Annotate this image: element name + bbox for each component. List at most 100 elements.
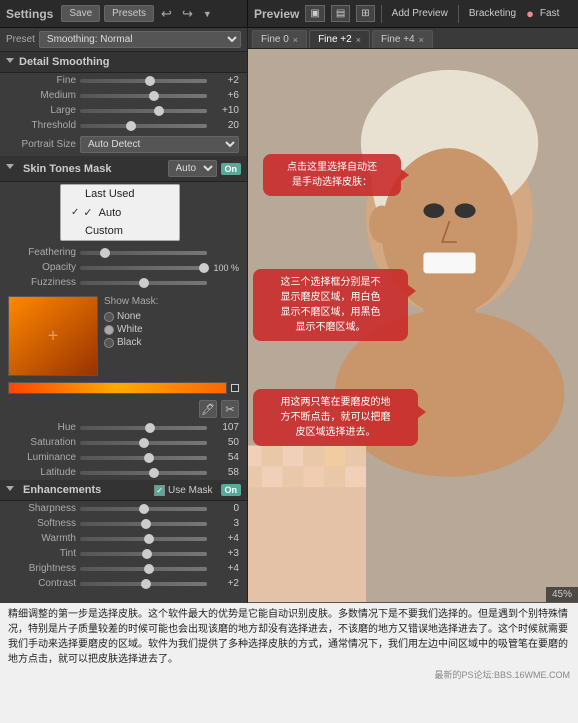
opacity-track[interactable] (80, 266, 207, 270)
sharpness-value: 0 (211, 503, 239, 514)
portrait-size-select[interactable]: Auto Detect (80, 136, 239, 153)
softness-thumb[interactable] (141, 519, 151, 529)
save-button[interactable]: Save (61, 5, 100, 22)
tab-fine-plus2[interactable]: Fine +2 × (309, 30, 370, 48)
warmth-track[interactable] (80, 537, 207, 541)
medium-label: Medium (8, 90, 76, 101)
hue-track[interactable] (80, 426, 207, 430)
sharpness-row: Sharpness 0 (0, 501, 247, 516)
brush-add-button[interactable]: 🖊 (199, 400, 217, 418)
luminance-slider-row: Luminance 54 (0, 450, 247, 465)
brightness-track[interactable] (80, 567, 207, 571)
color-swatch[interactable]: + (8, 296, 98, 376)
tab-close-2[interactable]: × (419, 35, 424, 45)
black-radio[interactable] (104, 338, 114, 348)
skin-mode-select[interactable]: Auto (168, 160, 217, 177)
latitude-thumb[interactable] (149, 468, 159, 478)
left-top-bar: Settings Save Presets ↩ ↪ ▼ (0, 0, 248, 27)
large-thumb[interactable] (154, 106, 164, 116)
portrait-size-row: Portrait Size Auto Detect (0, 133, 247, 156)
dropdown-last-used[interactable]: Last Used (61, 185, 179, 203)
saturation-track[interactable] (80, 441, 207, 445)
bottom-site: 最新的PS论坛:BBS.16WME.COM (8, 669, 570, 683)
none-radio-row[interactable]: None (104, 311, 158, 322)
dropdown-button[interactable]: ▼ (200, 7, 215, 21)
black-radio-row[interactable]: Black (104, 337, 158, 348)
enhancements-header[interactable]: Enhancements ✓ Use Mask On (0, 480, 247, 501)
latitude-value: 58 (211, 467, 239, 478)
medium-track[interactable] (80, 94, 207, 98)
fine-track[interactable] (80, 79, 207, 83)
preset-select[interactable]: Smoothing: Normal (39, 31, 241, 48)
feathering-thumb[interactable] (100, 248, 110, 258)
sharpness-thumb[interactable] (139, 504, 149, 514)
tabs-bar: Fine 0 × Fine +2 × Fine +4 × (248, 28, 578, 49)
feathering-track[interactable] (80, 251, 207, 255)
fuzziness-label: Fuzziness (8, 277, 76, 288)
preset-row: Preset Smoothing: Normal (0, 28, 247, 52)
use-mask-check[interactable]: ✓ Use Mask (154, 485, 212, 496)
tab-fine-0[interactable]: Fine 0 × (252, 30, 307, 48)
opacity-slider-row: Opacity 100 % (0, 260, 247, 275)
contrast-track[interactable] (80, 582, 207, 586)
sharpness-track[interactable] (80, 507, 207, 511)
preview-area[interactable]: 点击这里选择自动还是手动选择皮肤： 这三个选择框分别是不显示磨皮区域，用白色显示… (248, 49, 578, 602)
fuzziness-thumb[interactable] (139, 278, 149, 288)
fine-thumb[interactable] (145, 76, 155, 86)
threshold-track[interactable] (80, 124, 207, 128)
skin-tones-header[interactable]: Skin Tones Mask Auto On (0, 156, 247, 182)
none-radio[interactable] (104, 312, 114, 322)
opacity-thumb[interactable] (199, 263, 209, 273)
warmth-thumb[interactable] (144, 534, 154, 544)
tab-close-0[interactable]: × (293, 35, 298, 45)
white-label: White (117, 324, 143, 335)
zoom-bar: 45% (546, 587, 578, 602)
fuzziness-slider-row: Fuzziness (0, 275, 247, 290)
softness-track[interactable] (80, 522, 207, 526)
bracketing-button[interactable]: Bracketing (465, 6, 520, 21)
medium-thumb[interactable] (149, 91, 159, 101)
latitude-track[interactable] (80, 471, 207, 475)
detail-smoothing-header[interactable]: Detail Smoothing (0, 52, 247, 73)
brightness-thumb[interactable] (144, 564, 154, 574)
dropdown-custom[interactable]: Custom (61, 222, 179, 240)
softness-row: Softness 3 (0, 516, 247, 531)
bubble-checkboxes: 这三个选择框分别是不显示磨皮区域，用白色显示不磨区域，用黑色显示不磨区域。 (253, 269, 408, 341)
white-radio[interactable] (104, 325, 114, 335)
view-single-button[interactable]: ▣ (305, 5, 324, 22)
use-mask-checkbox[interactable]: ✓ (154, 485, 165, 496)
preset-label: Preset (6, 34, 35, 45)
view-multi-button[interactable]: ⊞ (356, 5, 374, 22)
feathering-label: Feathering (8, 247, 76, 258)
white-radio-row[interactable]: White (104, 324, 158, 335)
large-track[interactable] (80, 109, 207, 113)
latitude-label: Latitude (8, 467, 76, 478)
undo-button[interactable]: ↩ (158, 4, 175, 24)
luminance-track[interactable] (80, 456, 207, 460)
add-preview-button[interactable]: Add Preview (388, 6, 452, 21)
saturation-label: Saturation (8, 437, 76, 448)
hue-color-bar[interactable] (8, 382, 227, 394)
threshold-thumb[interactable] (126, 121, 136, 131)
zoom-value: 45% (552, 589, 572, 600)
tint-thumb[interactable] (142, 549, 152, 559)
hue-marker[interactable] (231, 384, 239, 392)
tab-fine-plus4[interactable]: Fine +4 × (372, 30, 433, 48)
redo-button[interactable]: ↪ (179, 4, 196, 24)
separator2 (458, 5, 459, 23)
presets-button[interactable]: Presets (104, 5, 154, 22)
fuzziness-track[interactable] (80, 281, 207, 285)
saturation-thumb[interactable] (139, 438, 149, 448)
hue-label: Hue (8, 422, 76, 433)
luminance-thumb[interactable] (144, 453, 154, 463)
dropdown-auto[interactable]: ✓Auto (61, 203, 179, 222)
brush-remove-button[interactable]: ✂ (221, 400, 239, 418)
tint-track[interactable] (80, 552, 207, 556)
bottom-text-content: 精细调整的第一步是选择皮肤。这个软件最大的优势是它能自动识别皮肤。多数情况下是不… (8, 607, 570, 667)
contrast-thumb[interactable] (141, 579, 151, 589)
fine-value: +2 (211, 75, 239, 86)
swatch-cross: + (48, 326, 59, 347)
view-split-button[interactable]: ▤ (331, 5, 350, 22)
hue-thumb[interactable] (145, 423, 155, 433)
tab-close-1[interactable]: × (356, 35, 361, 45)
